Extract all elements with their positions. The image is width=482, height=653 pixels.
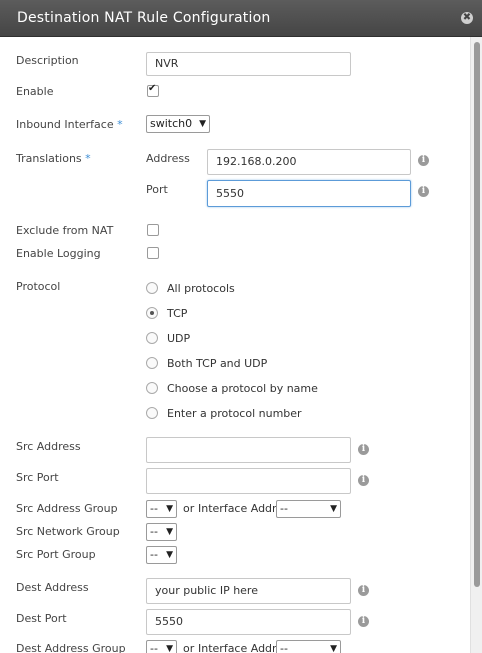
translation-port-input[interactable]: 5550 xyxy=(207,180,411,207)
port-label: Port xyxy=(146,183,168,196)
src-address-input[interactable] xyxy=(146,437,351,463)
translations-label: Translations * xyxy=(16,152,91,165)
protocol-radio-5[interactable] xyxy=(146,407,158,419)
chevron-down-icon: ▼ xyxy=(330,644,337,653)
src-network-group-label: Src Network Group xyxy=(16,525,120,538)
interface-addr-label: Interface Addr xyxy=(198,502,277,515)
inbound-interface-select[interactable]: switch0 ▼ xyxy=(146,115,210,133)
info-icon[interactable]: i xyxy=(358,444,369,455)
dialog-titlebar: Destination NAT Rule Configuration ✖ xyxy=(0,0,482,37)
address-label: Address xyxy=(146,152,190,165)
src-address-group-label: Src Address Group xyxy=(16,502,118,515)
chevron-down-icon: ▼ xyxy=(330,504,337,514)
description-label: Description xyxy=(16,54,79,67)
src-port-group-select[interactable]: -- ▼ xyxy=(146,546,177,564)
enable-checkbox[interactable] xyxy=(147,83,159,97)
close-icon[interactable]: ✖ xyxy=(461,12,473,24)
interface-addr-label: Interface Addr xyxy=(198,642,277,653)
description-input[interactable]: NVR xyxy=(146,52,351,76)
scrollbar-thumb[interactable] xyxy=(474,42,480,587)
chevron-down-icon: ▼ xyxy=(166,527,173,537)
enable-logging-checkbox[interactable] xyxy=(147,247,159,259)
src-network-group-select[interactable]: -- ▼ xyxy=(146,523,177,541)
dest-address-label: Dest Address xyxy=(16,581,89,594)
chevron-down-icon: ▼ xyxy=(166,644,173,653)
info-icon[interactable]: i xyxy=(358,616,369,627)
exclude-from-nat-checkbox[interactable] xyxy=(147,224,159,236)
info-icon[interactable]: i xyxy=(418,155,429,166)
src-interface-addr-select[interactable]: -- ▼ xyxy=(276,500,341,518)
nat-rule-dialog: Destination NAT Rule Configuration ✖ Des… xyxy=(0,0,482,653)
protocol-option-label[interactable]: Choose a protocol by name xyxy=(167,382,318,395)
protocol-option-label[interactable]: TCP xyxy=(167,307,187,320)
protocol-option-label[interactable]: UDP xyxy=(167,332,190,345)
src-address-label: Src Address xyxy=(16,440,81,453)
protocol-label: Protocol xyxy=(16,280,61,293)
src-port-group-label: Src Port Group xyxy=(16,548,96,561)
info-icon[interactable]: i xyxy=(358,475,369,486)
info-icon[interactable]: i xyxy=(418,186,429,197)
src-port-label: Src Port xyxy=(16,471,59,484)
chevron-down-icon: ▼ xyxy=(166,504,173,514)
enable-label: Enable xyxy=(16,85,54,98)
or-text: or xyxy=(183,502,195,515)
protocol-option-label[interactable]: Both TCP and UDP xyxy=(167,357,267,370)
dest-interface-addr-select[interactable]: -- ▼ xyxy=(276,640,341,653)
protocol-radio-0[interactable] xyxy=(146,282,158,294)
chevron-down-icon: ▼ xyxy=(199,119,206,129)
protocol-radio-3[interactable] xyxy=(146,357,158,369)
protocol-radio-1[interactable] xyxy=(146,307,158,319)
dest-address-group-select[interactable]: -- ▼ xyxy=(146,640,177,653)
src-port-input[interactable] xyxy=(146,468,351,494)
protocol-radio-4[interactable] xyxy=(146,382,158,394)
dest-address-group-label: Dest Address Group xyxy=(16,642,126,653)
chevron-down-icon: ▼ xyxy=(166,550,173,560)
protocol-radio-2[interactable] xyxy=(146,332,158,344)
enable-logging-label: Enable Logging xyxy=(16,247,101,260)
protocol-option-label[interactable]: Enter a protocol number xyxy=(167,407,302,420)
dest-port-label: Dest Port xyxy=(16,612,67,625)
dialog-title: Destination NAT Rule Configuration xyxy=(17,10,271,26)
src-address-group-select[interactable]: -- ▼ xyxy=(146,500,177,518)
inbound-interface-label: Inbound Interface * xyxy=(16,118,123,131)
exclude-from-nat-label: Exclude from NAT xyxy=(16,224,114,237)
dest-port-input[interactable]: 5550 xyxy=(146,609,351,635)
or-text: or xyxy=(183,642,195,653)
dest-address-input[interactable]: your public IP here xyxy=(146,578,351,604)
translation-address-input[interactable]: 192.168.0.200 xyxy=(207,149,411,175)
protocol-option-label[interactable]: All protocols xyxy=(167,282,235,295)
info-icon[interactable]: i xyxy=(358,585,369,596)
